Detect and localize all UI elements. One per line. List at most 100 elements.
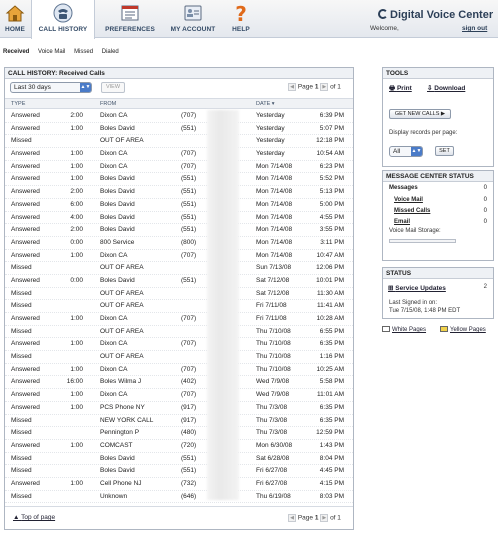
records-per-page-select[interactable]: All ▲▼	[389, 146, 423, 157]
call-time: 12:06 PM	[316, 264, 344, 272]
yellow-pages-link[interactable]: Yellow Pages	[440, 326, 486, 333]
tools-box: TOOLS 🖶 Print ⇩ Download GET NEW CALLS ▶…	[382, 67, 494, 167]
caller-area-code: (732)	[181, 479, 197, 487]
call-type: Missed	[11, 137, 32, 145]
table-row[interactable]: Answered 1:00 Dixon CA (707) Yesterday 10:54 …	[5, 148, 353, 161]
call-time: 6:23 PM	[319, 162, 344, 170]
caller-name: 800 Service	[100, 238, 135, 246]
call-time: 5:58 PM	[319, 378, 344, 386]
table-row[interactable]: Answered 1:00 PCS Phone NY (917) Thu 7/3/08 6…	[5, 402, 353, 415]
next-page-icon[interactable]: ▶	[320, 83, 329, 91]
table-row[interactable]: Missed OUT OF AREA Yesterday 12:18 PM	[5, 135, 353, 149]
table-row[interactable]: Missed OUT OF AREA Thu 7/10/08 1:16 PM	[5, 351, 353, 364]
table-row[interactable]: Answered 1:00 Dixon CA (707) Mon 7/14/08 10:4…	[5, 250, 353, 263]
voice-mail-link[interactable]: Voice Mail	[394, 197, 423, 203]
table-row[interactable]: Missed OUT OF AREA Thu 7/10/08 6:55 PM	[5, 326, 353, 339]
caller-name: Boles Wilma J	[100, 378, 142, 386]
table-row[interactable]: Answered 1:00 Boles David (551) Mon 7/14/08 5…	[5, 173, 353, 187]
print-link[interactable]: 🖶 Print	[389, 84, 412, 95]
table-row[interactable]: Answered 2:00 Boles David (551) Mon 7/14/08 3…	[5, 224, 353, 237]
tab-help-label: HELP	[232, 26, 250, 33]
view-button[interactable]: VIEW	[101, 82, 125, 93]
email-link[interactable]: Email	[394, 219, 410, 225]
table-row[interactable]: Answered 1:00 Cell Phone NJ (732) Fri 6/27/0…	[5, 478, 353, 491]
call-date: Thu 7/10/08	[256, 340, 291, 348]
pager-bottom: ◀ Page 1 ▶ of 1	[288, 514, 341, 522]
caller-name: Unknown	[100, 492, 128, 500]
table-row[interactable]: Answered 2:00 Boles David (551) Mon 7/14/08 5…	[5, 186, 353, 199]
table-row[interactable]: Answered 0:00 800 Service (800) Mon 7/14/08 3…	[5, 237, 353, 250]
table-row[interactable]: Answered 1:00 COMCAST (720) Mon 6/30/08 1:43 …	[5, 440, 353, 453]
call-duration: 1:00	[70, 251, 83, 259]
caller-name: Dixon CA	[100, 112, 128, 119]
call-date: Sat 7/12/08	[256, 276, 290, 284]
call-type: Answered	[11, 365, 40, 373]
column-header-type[interactable]: TYPE	[11, 101, 25, 107]
call-duration: 1:00	[70, 441, 83, 449]
column-header-from[interactable]: FROM	[100, 101, 116, 107]
caller-area-code: (646)	[181, 492, 197, 500]
call-type: Missed	[11, 289, 32, 297]
download-link[interactable]: ⇩ Download	[427, 84, 465, 92]
call-type: Answered	[11, 188, 40, 196]
caller-name: OUT OF AREA	[100, 264, 144, 272]
call-time: 12:59 PM	[316, 429, 344, 437]
caller-name: Dixon CA	[100, 150, 128, 158]
table-row[interactable]: Missed Boles David (551) Sat 6/28/08 8:04 PM	[5, 453, 353, 466]
get-new-calls-button[interactable]: GET NEW CALLS ▶	[389, 109, 451, 119]
table-row[interactable]: Answered 1:00 Dixon CA (707) Mon 7/14/08 6:23…	[5, 161, 353, 174]
column-header-date[interactable]: DATE ▾	[256, 101, 275, 107]
white-pages-link[interactable]: White Pages	[382, 326, 426, 333]
subnav-received[interactable]: Received	[3, 49, 29, 55]
table-row[interactable]: Missed Boles David (551) Fri 6/27/08 4:45 PM	[5, 465, 353, 478]
call-list: Answered 2:00 Dixon CA (707) Yesterday 6:39 P…	[5, 110, 353, 504]
subnav-missed[interactable]: Missed	[74, 49, 93, 55]
table-row[interactable]: Answered 6:00 Boles David (551) Mon 7/14/08 5…	[5, 199, 353, 212]
caller-name: Boles David	[100, 467, 135, 475]
table-row[interactable]: Answered 1:00 Dixon CA (707) Thu 7/10/08 6:35…	[5, 338, 353, 352]
table-row[interactable]: Missed OUT OF AREA Sat 7/12/08 11:30 AM	[5, 288, 353, 301]
subnav-dialed[interactable]: Dialed	[102, 49, 119, 55]
book-icon	[382, 326, 390, 332]
sign-out-link[interactable]: sign out	[462, 25, 487, 32]
missed-calls-link[interactable]: Missed Calls	[394, 208, 430, 214]
tab-help[interactable]: ? HELP	[226, 0, 256, 38]
table-row[interactable]: Answered 0:00 Boles David (551) Sat 7/12/08 1…	[5, 275, 353, 288]
date-range-select[interactable]: Last 30 days ▲▼	[10, 82, 92, 93]
next-page-icon[interactable]: ▶	[320, 514, 329, 522]
subnav-voice-mail[interactable]: Voice Mail	[38, 49, 65, 55]
call-type: Answered	[11, 213, 40, 221]
table-row[interactable]: Answered 2:00 Dixon CA (707) Yesterday 6:39 P…	[5, 110, 353, 123]
service-updates-link[interactable]: ⊞ Service Updates	[388, 284, 446, 292]
table-row[interactable]: Answered 1:00 Dixon CA (707) Thu 7/10/08 10:2…	[5, 364, 353, 377]
set-button[interactable]: SET	[435, 146, 454, 156]
call-duration: 1:00	[70, 124, 83, 132]
previous-page-icon[interactable]: ◀	[288, 83, 296, 91]
table-row[interactable]: Missed Unknown (646) Thu 6/19/08 8:03 PM	[5, 491, 353, 504]
voice-mail-storage-bar	[389, 239, 456, 243]
tab-call-history[interactable]: CALL HISTORY	[31, 0, 95, 39]
tab-home[interactable]: HOME	[0, 0, 30, 38]
table-row[interactable]: Answered 1:00 Dixon CA (707) Fri 7/11/08 10:2…	[5, 313, 353, 326]
call-type: Answered	[11, 391, 40, 399]
table-row[interactable]: Missed NEW YORK CALL (917) Thu 7/3/08 6:35 P…	[5, 415, 353, 428]
table-row[interactable]: Missed OUT OF AREA Sun 7/13/08 12:06 PM	[5, 262, 353, 275]
missed-calls-count: 0	[483, 208, 487, 214]
tab-my-account[interactable]: MY ACCOUNT	[164, 0, 222, 38]
call-duration: 1:00	[70, 391, 83, 399]
call-type: Answered	[11, 150, 40, 158]
last-signed-label: Last Signed in on:	[389, 300, 438, 306]
table-row[interactable]: Missed Pennington P (480) Thu 7/3/08 12:59 P…	[5, 427, 353, 440]
tab-preferences[interactable]: PREFERENCES	[100, 0, 160, 38]
call-date: Mon 7/14/08	[256, 188, 293, 196]
call-duration: 2:00	[70, 112, 83, 119]
previous-page-icon[interactable]: ◀	[288, 514, 296, 522]
table-row[interactable]: Answered 16:00 Boles Wilma J (402) Wed 7/9/0…	[5, 376, 353, 390]
table-row[interactable]: Answered 4:00 Boles David (551) Mon 7/14/08 4…	[5, 212, 353, 225]
pager-page-word: Page	[297, 83, 313, 91]
top-of-page-link[interactable]: ▲ Top of page	[13, 514, 55, 521]
table-row[interactable]: Missed OUT OF AREA Fri 7/11/08 11:41 AM	[5, 300, 353, 313]
table-row[interactable]: Answered 1:00 Boles David (551) Yesterday 5:0…	[5, 123, 353, 136]
table-row[interactable]: Answered 1:00 Dixon CA (707) Wed 7/9/08 11:01…	[5, 389, 353, 402]
call-duration: 0:00	[70, 276, 83, 284]
